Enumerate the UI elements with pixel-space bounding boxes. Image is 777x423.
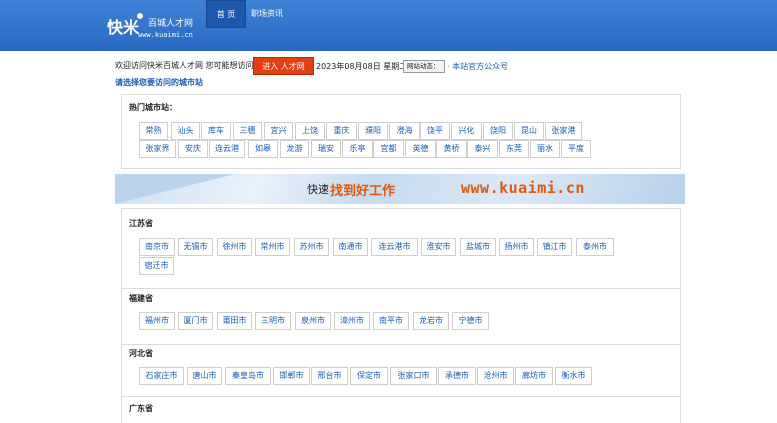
hot-city-link[interactable]: 澄海 <box>389 122 420 140</box>
province-city-link[interactable]: 唐山市 <box>187 367 222 385</box>
hot-city-link[interactable]: 英德 <box>405 140 436 158</box>
hot-city-link[interactable]: 龙游 <box>280 140 309 158</box>
enter-talent-button[interactable]: 进入 人才网 <box>253 57 314 75</box>
province-city-link[interactable]: 邯郸市 <box>273 367 310 385</box>
nav-career-news[interactable]: 职场资讯 <box>251 0 283 28</box>
hot-city-link[interactable]: 乐亭 <box>342 140 373 158</box>
hot-city-link[interactable]: 重庆 <box>326 122 357 140</box>
province-city-link[interactable]: 徐州市 <box>217 238 252 256</box>
province-city-link[interactable]: 莆田市 <box>217 312 252 330</box>
hot-city-link[interactable]: 常熟 <box>139 122 168 140</box>
province-city-link[interactable]: 衡水市 <box>555 367 592 385</box>
province-city-link[interactable]: 福州市 <box>139 312 175 330</box>
site-news-button[interactable]: 网站动态： <box>403 60 445 73</box>
province-city-link[interactable]: 泰州市 <box>576 238 614 256</box>
province-title: 河北省 <box>129 349 153 358</box>
province-city-link[interactable]: 厦门市 <box>178 312 213 330</box>
hot-city-link[interactable]: 如皋 <box>248 140 278 158</box>
hot-cities-title: 热门城市站： <box>129 103 177 112</box>
hot-city-link[interactable]: 饶阳 <box>483 122 513 140</box>
province-city-link[interactable]: 石家庄市 <box>139 367 184 385</box>
province-city-link[interactable]: 无锡市 <box>178 238 213 256</box>
hot-city-link[interactable]: 饶平 <box>420 122 450 140</box>
nav-home[interactable]: 首 页 <box>206 0 246 28</box>
province-city-link[interactable]: 邢台市 <box>311 367 348 385</box>
hot-city-link[interactable]: 宜兴 <box>264 122 293 140</box>
province-city-link[interactable]: 保定市 <box>350 367 388 385</box>
province-city-link[interactable]: 扬州市 <box>499 238 534 256</box>
province-city-link[interactable]: 南平市 <box>373 312 409 330</box>
province-title: 江苏省 <box>129 219 153 228</box>
hot-city-link[interactable]: 连云港 <box>209 140 245 158</box>
banner-tag: 快速 <box>307 183 329 196</box>
province-city-link[interactable]: 宿迁市 <box>139 257 174 275</box>
site-logo[interactable]: 快米 百城人才网 www.kuaimi.cn <box>107 10 207 42</box>
hot-city-link[interactable]: 泰兴 <box>467 140 498 158</box>
promo-banner[interactable]: 快速 找到好工作 www.kuaimi.cn <box>115 174 685 204</box>
province-city-link[interactable]: 秦皇岛市 <box>225 367 271 385</box>
province-city-link[interactable]: 镇江市 <box>537 238 572 256</box>
province-city-link[interactable]: 泉州市 <box>295 312 331 330</box>
logo-url-text: www.kuaimi.cn <box>138 31 193 39</box>
hot-city-link[interactable]: 昆山 <box>514 122 544 140</box>
logo-sub-text: 百城人才网 <box>148 19 194 29</box>
banner-url: www.kuaimi.cn <box>461 179 585 197</box>
hot-city-link[interactable]: 上饶 <box>295 122 325 140</box>
hot-city-link[interactable]: 三穗 <box>233 122 262 140</box>
province-city-link[interactable]: 南通市 <box>333 238 368 256</box>
hot-city-link[interactable]: 汕头 <box>171 122 200 140</box>
province-city-link[interactable]: 常州市 <box>255 238 290 256</box>
province-panel-guangdong <box>121 396 681 423</box>
welcome-text: 欢迎访问快米百城人才网 您可能想访问 <box>115 61 254 70</box>
site-header: 快米 百城人才网 www.kuaimi.cn 首 页 职场资讯 <box>0 0 777 51</box>
province-city-link[interactable]: 南京市 <box>139 238 175 256</box>
banner-decoration <box>115 174 235 204</box>
hot-city-link[interactable]: 宜都 <box>373 140 404 158</box>
official-account-link[interactable]: · 本站官方公众号 <box>447 61 508 72</box>
province-city-link[interactable]: 沧州市 <box>477 367 514 385</box>
province-title: 福建省 <box>129 294 153 303</box>
logo-dot-icon <box>137 13 143 19</box>
hot-city-link[interactable]: 丽水 <box>530 140 560 158</box>
hot-city-link[interactable]: 张家港 <box>545 122 582 140</box>
province-city-link[interactable]: 承德市 <box>438 367 476 385</box>
province-city-link[interactable]: 连云港市 <box>371 238 418 256</box>
province-city-link[interactable]: 张家口市 <box>390 367 437 385</box>
province-city-link[interactable]: 廊坊市 <box>515 367 553 385</box>
hot-city-link[interactable]: 黄桥 <box>436 140 467 158</box>
hot-city-link[interactable]: 濮阳 <box>358 122 388 140</box>
hot-city-link[interactable]: 平度 <box>561 140 591 158</box>
hot-city-link[interactable]: 兴化 <box>451 122 482 140</box>
province-city-link[interactable]: 苏州市 <box>294 238 329 256</box>
current-date: 2023年08月08日 星期二 <box>316 62 408 71</box>
province-city-link[interactable]: 宁德市 <box>452 312 489 330</box>
province-city-link[interactable]: 漳州市 <box>334 312 370 330</box>
hot-city-link[interactable]: 张家界 <box>139 140 176 158</box>
province-city-link[interactable]: 淮安市 <box>421 238 456 256</box>
province-city-link[interactable]: 三明市 <box>255 312 291 330</box>
province-city-link[interactable]: 龙岩市 <box>413 312 449 330</box>
hot-city-link[interactable]: 东莞 <box>499 140 529 158</box>
banner-slogan: 找到好工作 <box>330 184 396 199</box>
hot-city-link[interactable]: 库车 <box>201 122 231 140</box>
province-title: 广东省 <box>129 404 153 413</box>
hot-city-link[interactable]: 瑞安 <box>311 140 341 158</box>
hot-city-link[interactable]: 安庆 <box>178 140 208 158</box>
province-city-link[interactable]: 盐城市 <box>460 238 496 256</box>
choose-city-title: 请选择您要访问的城市站 <box>115 78 203 87</box>
logo-main-text: 快米 <box>107 18 140 37</box>
